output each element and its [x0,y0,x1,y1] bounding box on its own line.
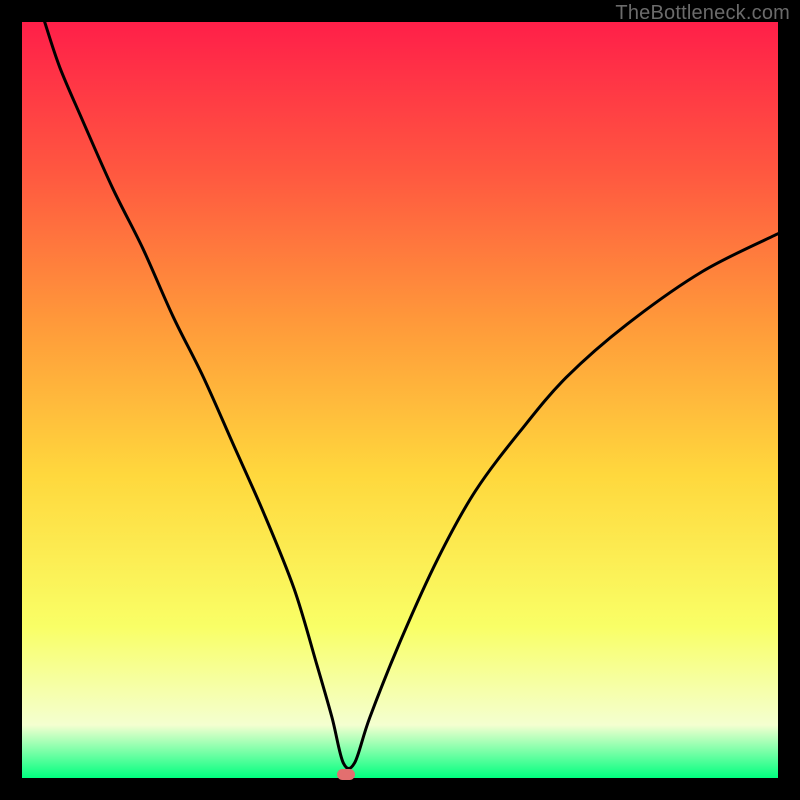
chart-frame [22,22,778,778]
bottleneck-curve [22,22,778,778]
watermark-text: TheBottleneck.com [615,2,790,25]
optimal-marker [337,769,355,780]
